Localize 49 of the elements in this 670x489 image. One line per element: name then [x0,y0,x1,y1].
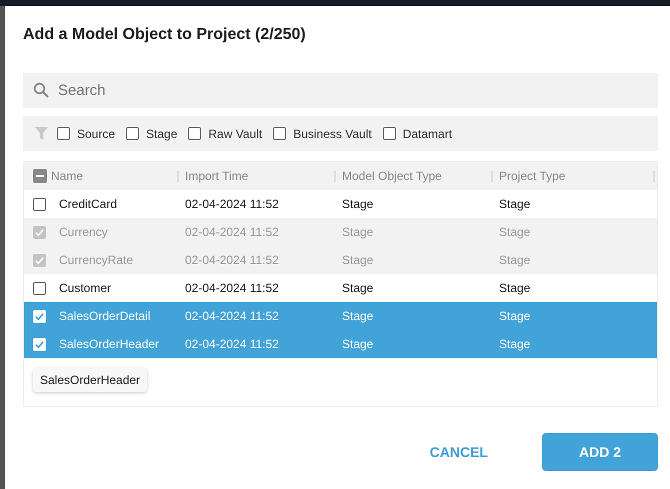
table-cell: Stage [342,309,374,323]
table-cell: Stage [342,253,374,267]
cancel-button[interactable]: CANCEL [414,436,504,468]
filter-label: Stage [146,126,178,140]
table-cell: Stage [499,309,530,323]
table-cell: SalesOrderDetail [59,309,150,323]
filter-label: Source [77,126,116,140]
column-header[interactable]: Name [51,169,84,183]
table-cell: Stage [499,197,530,211]
table-cell: Stage [499,253,530,267]
table-cell: Stage [342,281,374,295]
column-header[interactable]: Model Object Type [342,169,442,183]
checkbox[interactable] [33,198,46,210]
table-cell: 02-04-2024 11:52 [185,225,279,239]
table-cell: Stage [342,197,374,211]
select-all-checkbox[interactable] [33,169,47,183]
table-cell: 02-04-2024 11:52 [185,281,279,295]
table-cell: CurrencyRate [59,253,134,267]
table-cell: CreditCard [59,197,118,211]
table-cell: SalesOrderHeader [59,337,160,351]
table-cell: 02-04-2024 11:52 [185,337,279,351]
checkbox[interactable] [273,127,286,140]
table-cell: Stage [342,337,374,351]
tooltip: SalesOrderHeader [33,368,148,392]
table-cell: Stage [499,337,530,351]
filter-label: Datamart [402,126,452,140]
add-button[interactable]: ADD 2 [542,433,658,471]
dialog-title: Add a Model Object to Project (2/250) [23,26,306,44]
table-cell: Stage [499,225,530,239]
table-cell: Stage [499,281,530,295]
filter-icon [35,127,48,140]
column-header[interactable]: Import Time [185,169,248,183]
search-field[interactable]: Search [23,73,658,108]
table-cell: Stage [342,225,374,239]
table-row[interactable]: SalesOrderDetail 02-04-2024 11:52 Stage Stage [24,302,657,330]
filter-label: Raw Vault [208,126,262,140]
checkbox[interactable] [188,127,202,140]
checkbox[interactable] [33,282,46,294]
table-cell: Currency [59,225,108,239]
table-cell: 02-04-2024 11:52 [185,253,279,267]
table-row[interactable]: SalesOrderHeader 02-04-2024 11:52 Stage Stage [24,330,657,358]
checkbox[interactable] [57,127,70,140]
table-cell: 02-04-2024 11:52 [185,309,279,323]
filter-label: Business Vault [293,126,372,140]
table-cell: Customer [59,281,112,295]
checkbox[interactable] [126,127,140,140]
checkbox[interactable] [382,127,396,140]
table-cell: 02-04-2024 11:52 [185,197,279,211]
column-header[interactable]: Project Type [499,169,566,183]
